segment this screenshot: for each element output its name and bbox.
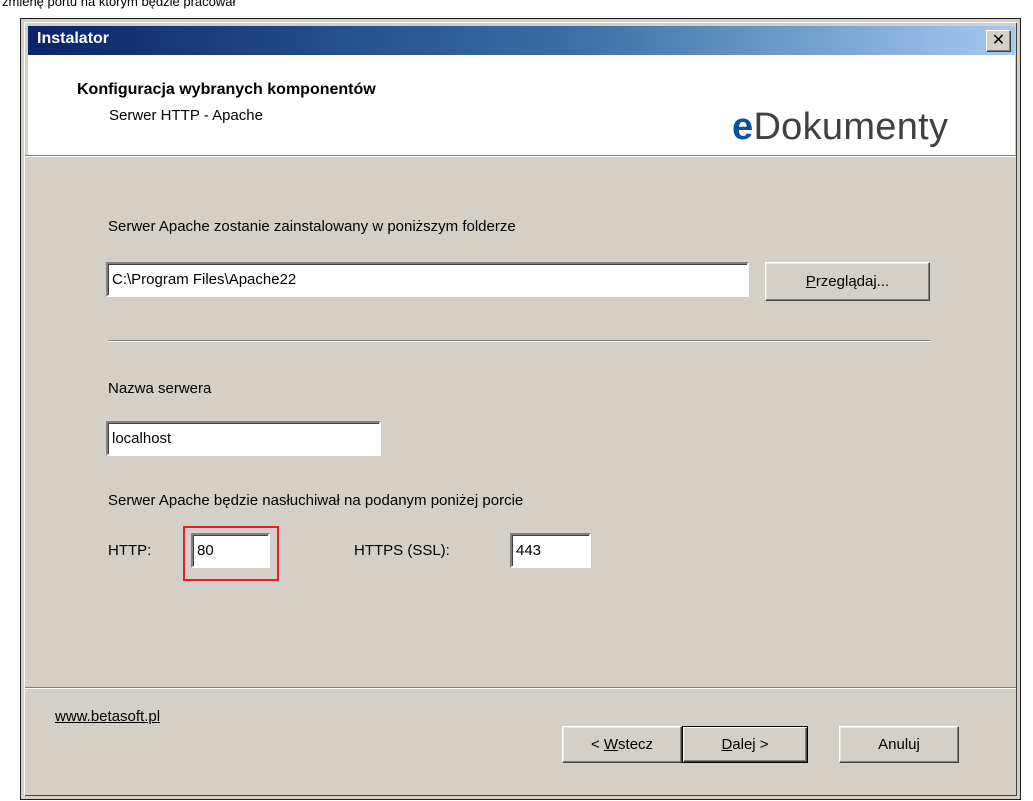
installer-window: Instalator ✕ Konfiguracja wybranych komp… [21,19,1020,799]
close-icon: ✕ [991,32,1006,49]
port-info-label: Serwer Apache będzie nasłuchiwał na poda… [108,492,524,509]
http-port-highlight [183,526,279,581]
server-name-input[interactable] [106,421,381,456]
install-folder-label: Serwer Apache zostanie zainstalowany w p… [108,218,516,235]
next-button[interactable]: Dalej > [682,726,808,763]
back-button-mnemonic: W [603,736,619,753]
page-subtitle: Serwer HTTP - Apache [109,107,263,124]
back-button-prefix: < [590,736,604,753]
section-divider [108,340,930,342]
logo-rest: Dokumenty [753,106,949,148]
back-button[interactable]: < Wstecz [562,726,682,763]
logo-prefix: e [732,106,754,148]
header-separator [25,155,1016,157]
browse-button[interactable]: Przeglądaj... [765,262,930,301]
edokumenty-logo: eDokumenty [732,106,948,149]
back-button-label: stecz [618,736,654,753]
close-button[interactable]: ✕ [986,30,1011,52]
next-button-label: alej > [732,736,769,753]
window-title: Instalator [37,30,110,47]
install-folder-input[interactable] [106,262,749,297]
https-port-input[interactable] [510,533,591,568]
browse-button-mnemonic: P [805,273,816,290]
title-bar[interactable]: Instalator ✕ [28,26,1015,55]
wizard-header: Konfiguracja wybranych komponentów Serwe… [28,55,1015,157]
page-title: Konfiguracja wybranych komponentów [77,81,376,98]
https-label: HTTPS (SSL): [354,542,450,559]
footer-separator [25,687,1016,689]
http-label: HTTP: [108,542,152,559]
cancel-button[interactable]: Anuluj [839,726,959,763]
server-name-label: Nazwa serwera [108,380,212,397]
browse-button-label: rzeglądaj... [815,273,890,290]
betasoft-link[interactable]: www.betasoft.pl [55,708,160,725]
caption-text: zmienę portu na którym będzie pracował [2,0,236,9]
next-button-mnemonic: D [721,736,733,753]
